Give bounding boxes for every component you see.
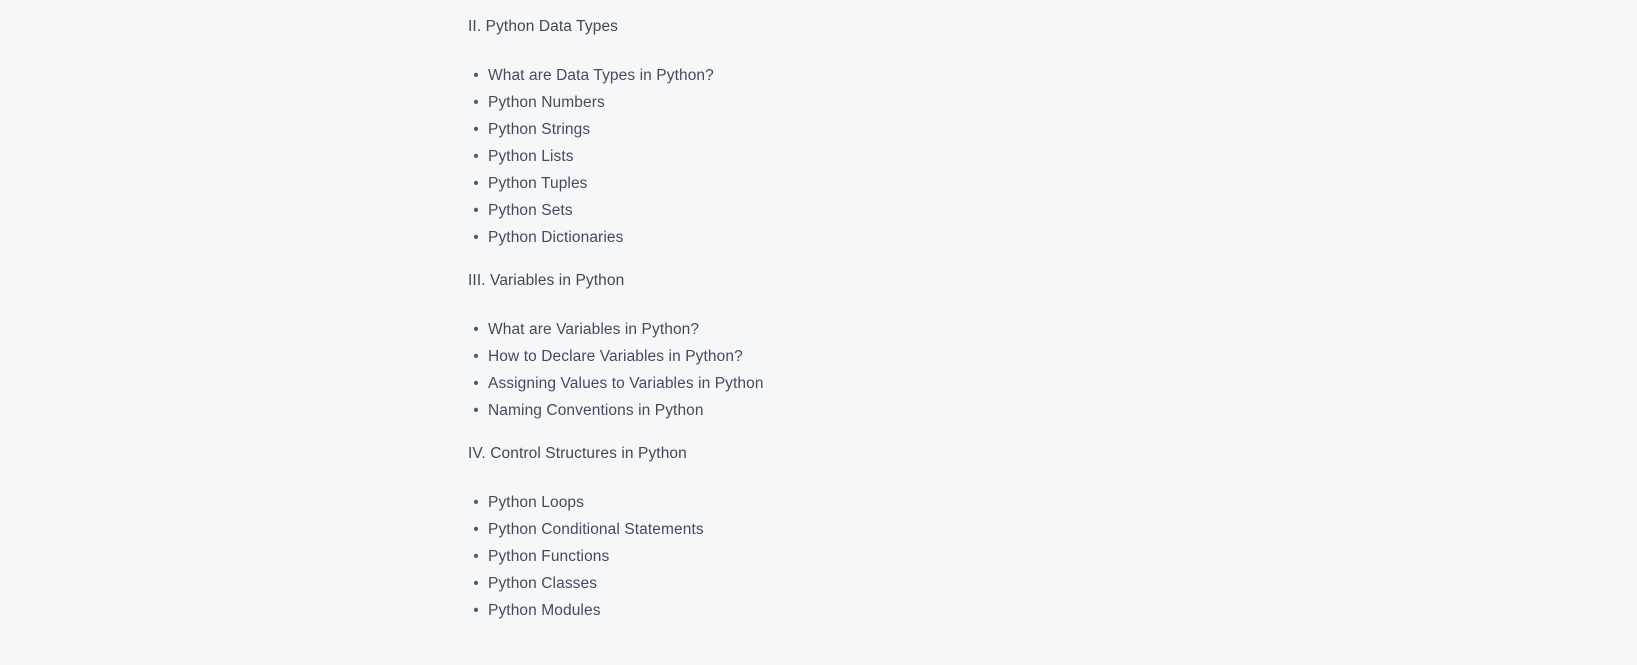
bullet-icon: • [473, 121, 479, 138]
list-item[interactable]: • Python Conditional Statements [468, 516, 1168, 543]
bullet-icon: • [473, 575, 479, 592]
list-item-label: Python Dictionaries [488, 229, 624, 246]
bullet-icon: • [473, 402, 479, 419]
list-item[interactable]: • What are Variables in Python? [468, 316, 1168, 343]
list-item-label: Python Classes [488, 575, 598, 592]
list-item-label: Assigning Values to Variables in Python [488, 375, 764, 392]
section-item-list: • What are Variables in Python? • How to… [468, 316, 1168, 424]
list-item-label: Python Functions [488, 548, 610, 565]
list-item[interactable]: • What are Data Types in Python? [468, 62, 1168, 89]
bullet-icon: • [473, 494, 479, 511]
bullet-icon: • [473, 67, 479, 84]
bullet-icon: • [473, 375, 479, 392]
bullet-icon: • [473, 94, 479, 111]
outline-content-column: II. Python Data Types • What are Data Ty… [468, 0, 1168, 643]
list-item-label: What are Data Types in Python? [488, 67, 714, 84]
section-heading: III. Variables in Python [468, 272, 625, 289]
list-item[interactable]: • Naming Conventions in Python [468, 397, 1168, 424]
list-item[interactable]: • Assigning Values to Variables in Pytho… [468, 370, 1168, 397]
section-item-list: • What are Data Types in Python? • Pytho… [468, 62, 1168, 251]
bullet-icon: • [473, 548, 479, 565]
list-item-label: Python Modules [488, 602, 601, 619]
list-item-label: Python Loops [488, 494, 584, 511]
document-outline-root: II. Python Data Types • What are Data Ty… [0, 0, 1637, 665]
outline-section: IV. Control Structures in Python • Pytho… [468, 443, 1168, 624]
outline-section: II. Python Data Types • What are Data Ty… [468, 16, 1168, 251]
section-heading: II. Python Data Types [468, 18, 619, 35]
list-item[interactable]: • Python Numbers [468, 89, 1168, 116]
list-item[interactable]: • Python Sets [468, 197, 1168, 224]
bullet-icon: • [473, 148, 479, 165]
section-heading: IV. Control Structures in Python [468, 445, 687, 462]
section-item-list: • Python Loops • Python Conditional Stat… [468, 489, 1168, 624]
list-item[interactable]: • Python Lists [468, 143, 1168, 170]
list-item[interactable]: • Python Classes [468, 570, 1168, 597]
list-item-label: Python Numbers [488, 94, 605, 111]
list-item-label: Naming Conventions in Python [488, 402, 704, 419]
list-item[interactable]: • Python Functions [468, 543, 1168, 570]
bullet-icon: • [473, 348, 479, 365]
list-item-label: Python Conditional Statements [488, 521, 704, 538]
bullet-icon: • [473, 521, 479, 538]
list-item-label: Python Strings [488, 121, 591, 138]
bullet-icon: • [473, 229, 479, 246]
list-item[interactable]: • Python Strings [468, 116, 1168, 143]
bullet-icon: • [473, 175, 479, 192]
list-item-label: Python Lists [488, 148, 574, 165]
list-item[interactable]: • Python Loops [468, 489, 1168, 516]
list-item-label: Python Tuples [488, 175, 588, 192]
list-item[interactable]: • Python Tuples [468, 170, 1168, 197]
list-item-label: What are Variables in Python? [488, 321, 700, 338]
list-item-label: Python Sets [488, 202, 573, 219]
list-item[interactable]: • Python Modules [468, 597, 1168, 624]
bullet-icon: • [473, 321, 479, 338]
list-item-label: How to Declare Variables in Python? [488, 348, 743, 365]
list-item[interactable]: • How to Declare Variables in Python? [468, 343, 1168, 370]
bullet-icon: • [473, 602, 479, 619]
outline-section: III. Variables in Python • What are Vari… [468, 270, 1168, 424]
bullet-icon: • [473, 202, 479, 219]
list-item[interactable]: • Python Dictionaries [468, 224, 1168, 251]
